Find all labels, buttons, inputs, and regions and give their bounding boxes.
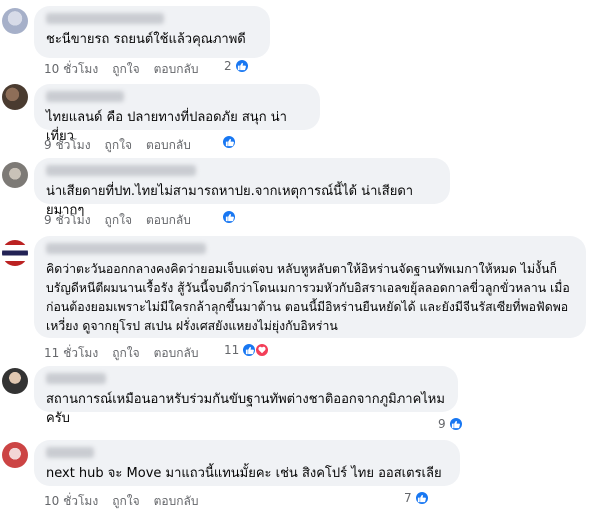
comment-bubble: next hub จะ Move มาแถวนี้แทนมั้ยคะ เช่น …: [34, 440, 460, 486]
comment-bubble: น่าเสียดายที่ปท.ไทยไม่สามารถหาปย.จากเหตุ…: [34, 158, 450, 218]
heart-icon: [255, 343, 270, 357]
like-button[interactable]: ถูกใจ: [105, 136, 132, 155]
author-name[interactable]: [46, 373, 106, 384]
like-icon: [222, 210, 236, 224]
reaction-summary[interactable]: 2: [224, 59, 249, 73]
reaction-summary[interactable]: [222, 135, 236, 149]
reaction-count: 9: [438, 417, 446, 431]
comment-actions: 11 ชั่วโมง ถูกใจ ตอบกลับ: [44, 344, 198, 363]
like-icon: [234, 59, 249, 73]
like-button[interactable]: ถูกใจ: [105, 211, 132, 230]
reply-button[interactable]: ตอบกลับ: [146, 136, 191, 155]
reaction-count: 7: [404, 491, 412, 505]
comment-bubble: ไทยแลนด์ คือ ปลายทางที่ปลอดภัย สนุก น่าเ…: [34, 84, 320, 144]
author-name[interactable]: [46, 243, 206, 254]
reaction-summary[interactable]: [222, 210, 236, 224]
reply-button[interactable]: ตอบกลับ: [146, 211, 191, 230]
reaction-count: 11: [224, 343, 240, 357]
comment-text: สถานการณ์เหมือนอาหรับร่วมกันขับฐานทัพต่า…: [46, 392, 445, 426]
comment-actions: 9 ชั่วโมง ถูกใจ ตอบกลับ: [44, 136, 191, 155]
like-button[interactable]: ถูกใจ: [112, 344, 139, 363]
avatar[interactable]: [2, 240, 28, 266]
reply-button[interactable]: ตอบกลับ: [154, 60, 199, 79]
author-name[interactable]: [46, 91, 124, 102]
like-button[interactable]: ถูกใจ: [112, 60, 139, 79]
like-icon: [222, 135, 236, 149]
reaction-summary[interactable]: 11: [224, 343, 270, 357]
comment-bubble: คิดว่าตะวันออกกลางคงคิดว่ายอมเจ็บแต่จบ ห…: [34, 236, 586, 338]
author-name[interactable]: [46, 13, 164, 24]
avatar[interactable]: [2, 162, 28, 188]
reaction-count: 2: [224, 59, 232, 73]
avatar[interactable]: [2, 368, 28, 394]
timestamp[interactable]: 11 ชั่วโมง: [44, 344, 98, 363]
author-name[interactable]: [46, 165, 196, 176]
comment-actions: 9 ชั่วโมง ถูกใจ ตอบกลับ: [44, 211, 191, 230]
comment-text: next hub จะ Move มาแถวนี้แทนมั้ยคะ เช่น …: [46, 466, 442, 481]
avatar[interactable]: [2, 8, 28, 34]
avatar[interactable]: [2, 84, 28, 110]
author-name[interactable]: [46, 447, 94, 458]
comment-actions: 10 ชั่วโมง ถูกใจ ตอบกลับ: [44, 60, 198, 79]
comment-bubble: ชะนีขายรถ รถยนต์ใช้แล้วคุณภาพดี: [34, 6, 270, 58]
reaction-summary[interactable]: 7: [404, 491, 429, 505]
reply-button[interactable]: ตอบกลับ: [154, 492, 199, 511]
like-icon: [414, 491, 429, 505]
comment-text: ชะนีขายรถ รถยนต์ใช้แล้วคุณภาพดี: [46, 32, 246, 47]
comment-bubble: สถานการณ์เหมือนอาหรับร่วมกันขับฐานทัพต่า…: [34, 366, 458, 426]
comment-text: คิดว่าตะวันออกกลางคงคิดว่ายอมเจ็บแต่จบ ห…: [46, 262, 570, 333]
timestamp[interactable]: 10 ชั่วโมง: [44, 492, 98, 511]
like-button[interactable]: ถูกใจ: [112, 492, 139, 511]
timestamp[interactable]: 10 ชั่วโมง: [44, 60, 98, 79]
reply-button[interactable]: ตอบกลับ: [154, 344, 199, 363]
avatar[interactable]: [2, 442, 28, 468]
like-icon: [448, 417, 463, 431]
timestamp[interactable]: 9 ชั่วโมง: [44, 136, 91, 155]
comment-actions: 10 ชั่วโมง ถูกใจ ตอบกลับ: [44, 492, 198, 511]
like-icon: [242, 343, 257, 357]
timestamp[interactable]: 9 ชั่วโมง: [44, 211, 91, 230]
reaction-summary[interactable]: 9: [438, 417, 463, 431]
